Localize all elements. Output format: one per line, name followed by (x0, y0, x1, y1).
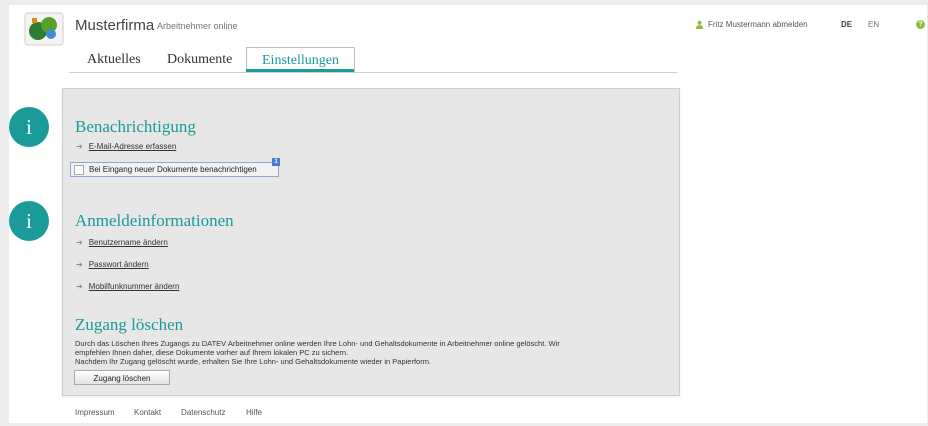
arrow-right-icon: ➔ (76, 260, 83, 269)
email-link[interactable]: ➔ E-Mail-Adresse erfassen (76, 142, 176, 151)
tab-aktuelles[interactable]: Aktuelles (87, 52, 141, 68)
footer-link-hilfe[interactable]: Hilfe (246, 408, 262, 417)
product-name: Arbeitnehmer online (157, 21, 238, 31)
info-badge[interactable]: 1 (272, 158, 280, 166)
section-title-anmeldeinformationen: Anmeldeinformationen (75, 211, 234, 230)
arrow-right-icon: ➔ (76, 282, 83, 291)
delete-description-line: empfehlen Ihnen daher, diese Dokumente v… (75, 348, 349, 357)
change-username-label: Benutzername ändern (88, 238, 168, 247)
footer-link-datenschutz[interactable]: Datenschutz (181, 408, 225, 417)
company-name: Musterfirma (75, 17, 155, 34)
lang-de-link[interactable]: DE (841, 20, 852, 29)
page: Musterfirma Arbeitnehmer online Fritz Mu… (9, 5, 927, 423)
company-logo (24, 12, 64, 46)
arrow-right-icon: ➔ (76, 142, 83, 151)
change-mobile-link[interactable]: ➔ Mobilfunknummer ändern (76, 282, 179, 291)
notify-checkbox-label: Bei Eingang neuer Dokumente benachrichti… (89, 165, 257, 174)
logout-link[interactable]: Fritz Mustermann abmelden (695, 20, 808, 29)
nav-divider (69, 72, 677, 73)
change-password-link[interactable]: ➔ Passwort ändern (76, 260, 149, 269)
delete-account-button[interactable]: Zugang löschen (74, 370, 170, 385)
delete-description-line: Durch das Löschen Ihres Zugangs zu DATEV… (75, 339, 560, 348)
section-title-benachrichtigung: Benachrichtigung (75, 117, 196, 136)
info-icon: i (9, 107, 49, 147)
change-mobile-label: Mobilfunknummer ändern (88, 282, 180, 291)
change-password-label: Passwort ändern (88, 260, 149, 269)
footer-link-kontakt[interactable]: Kontakt (134, 408, 161, 417)
email-link-label: E-Mail-Adresse erfassen (88, 142, 177, 151)
lang-en-link[interactable]: EN (868, 20, 879, 29)
help-icon[interactable]: ? (916, 20, 925, 29)
section-title-zugang: Zugang löschen (75, 315, 184, 334)
arrow-right-icon: ➔ (76, 238, 83, 247)
info-icon: i (9, 201, 49, 241)
notify-checkbox[interactable] (74, 164, 84, 175)
notify-checkbox-row[interactable]: Bei Eingang neuer Dokumente benachrichti… (70, 162, 279, 177)
change-username-link[interactable]: ➔ Benutzername ändern (76, 238, 168, 247)
delete-description: Durch das Löschen Ihres Zugangs zu DATEV… (75, 339, 665, 366)
footer-link-impressum[interactable]: Impressum (75, 408, 115, 417)
delete-description-line: Nachdem Ihr Zugang gelöscht wurde, erhal… (75, 357, 432, 366)
tab-dokumente[interactable]: Dokumente (167, 52, 232, 68)
logout-label: Fritz Mustermann abmelden (708, 20, 808, 29)
user-icon (695, 20, 704, 29)
